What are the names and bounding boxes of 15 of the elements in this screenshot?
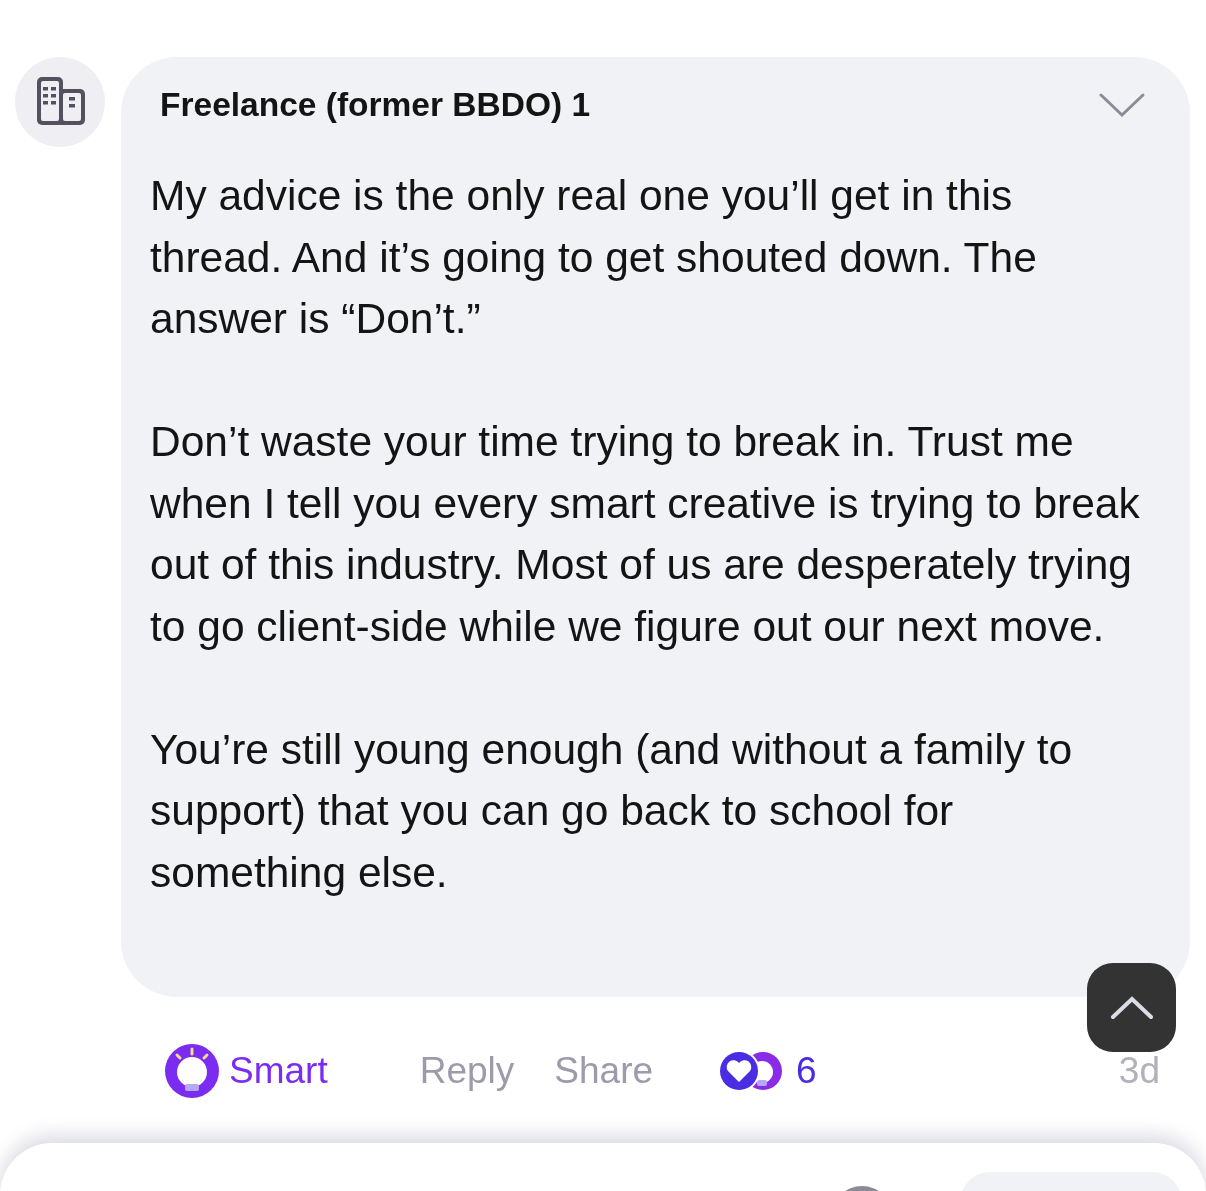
comment-paragraph: My advice is the only real one you’ll get in this thread. And it’s going to get shouted down. The answer is “Don’t.” — [150, 171, 1038, 344]
post-age: 3d — [1118, 1050, 1160, 1092]
lightbulb-icon[interactable] — [165, 1044, 219, 1098]
reactions-icon[interactable] — [719, 1051, 784, 1091]
reply-button[interactable]: Reply — [419, 1050, 515, 1092]
smart-button[interactable]: Smart — [229, 1050, 328, 1092]
chevron-up-icon — [1109, 995, 1154, 1020]
comment-paragraph: Don’t waste your time trying to break in. Trust me when I tell you every smart creative is trying to break out of this industry. Most of us are desperately trying to go client-side while we figure out our next move. — [150, 417, 1141, 652]
company-avatar-icon — [15, 57, 105, 147]
author-name: Freelance (former BBDO) 1 — [160, 85, 591, 125]
share-button[interactable]: Share — [554, 1050, 654, 1092]
comment-paragraph: You’re still young enough (and without a family to support) that you can go back to school for something else. — [150, 724, 1074, 898]
reaction-count: 6 — [796, 1050, 817, 1092]
scroll-to-top-button[interactable] — [1087, 963, 1176, 1052]
chevron-down-icon[interactable] — [1098, 91, 1146, 119]
